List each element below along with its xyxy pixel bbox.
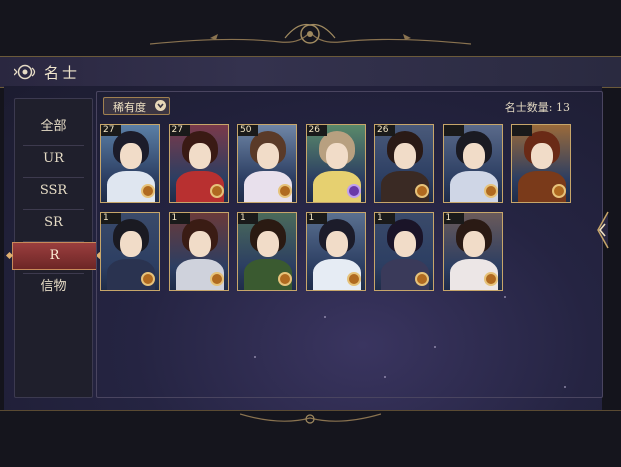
level-badge: 1 xyxy=(306,213,327,224)
back-icon[interactable] xyxy=(14,63,38,81)
portrait-face xyxy=(394,143,416,169)
orange-gem-icon xyxy=(415,184,429,198)
hero-card[interactable]: 1 xyxy=(100,212,160,291)
level-badge: 1 xyxy=(169,213,190,224)
orange-gem-icon xyxy=(141,272,155,286)
expand-arrow-icon[interactable] xyxy=(594,210,610,250)
hero-count: 名士数量: 13 xyxy=(504,101,570,114)
sidebar-item-tokens[interactable]: 信物 xyxy=(15,274,92,300)
sidebar-item-ssr[interactable]: SSR xyxy=(15,178,92,204)
page-title: 名士 xyxy=(44,64,81,82)
hero-card[interactable]: 27 xyxy=(100,124,160,203)
chevron-down-icon xyxy=(155,100,166,111)
sidebar-item-r[interactable]: R xyxy=(12,242,97,270)
orange-gem-icon xyxy=(209,272,224,286)
portrait-face xyxy=(257,143,279,169)
hero-card[interactable]: 50 xyxy=(237,124,297,203)
hero-card[interactable] xyxy=(442,124,503,203)
portrait-face xyxy=(188,231,211,257)
orange-gem-icon xyxy=(209,184,224,198)
orange-gem-icon xyxy=(483,184,498,198)
hero-card[interactable]: 26 xyxy=(305,124,366,203)
hero-card[interactable]: 1 xyxy=(168,212,229,291)
portrait-face xyxy=(462,143,485,169)
orange-gem-icon xyxy=(141,184,155,198)
level-badge: 1 xyxy=(101,213,121,224)
portrait-face xyxy=(120,231,142,257)
level-badge xyxy=(443,125,464,136)
bottom-ornament xyxy=(240,413,381,424)
portrait-face xyxy=(325,143,348,169)
level-badge: 27 xyxy=(169,125,190,136)
level-badge: 1 xyxy=(375,213,395,224)
level-badge: 27 xyxy=(101,125,121,136)
orange-gem-icon xyxy=(552,184,566,198)
level-badge xyxy=(512,125,532,136)
portrait-face xyxy=(188,143,211,169)
sidebar-item-ur[interactable]: UR xyxy=(15,146,92,172)
sidebar-item-all[interactable]: 全部 xyxy=(15,114,92,140)
sidebar-item-sr[interactable]: SR xyxy=(15,210,92,236)
orange-gem-icon xyxy=(278,184,292,198)
hero-card[interactable] xyxy=(511,124,571,203)
orange-gem-icon xyxy=(483,272,498,286)
hero-card[interactable]: 1 xyxy=(305,212,366,291)
top-ornament xyxy=(150,23,471,45)
portrait-face xyxy=(462,231,485,257)
title-bar: 名士 xyxy=(0,56,621,88)
hero-card[interactable]: 1 xyxy=(374,212,434,291)
level-badge: 1 xyxy=(238,213,258,224)
portrait-face xyxy=(394,231,416,257)
hero-card[interactable]: 26 xyxy=(374,124,434,203)
level-badge: 26 xyxy=(375,125,395,136)
level-badge: 26 xyxy=(306,125,327,136)
category-sidebar: 全部 UR SSR SR R 信物 xyxy=(12,98,97,398)
hero-card[interactable]: 1 xyxy=(237,212,297,291)
rarity-filter-dropdown[interactable]: 稀有度 xyxy=(103,97,170,115)
hero-card[interactable]: 27 xyxy=(168,124,229,203)
rarity-filter-label: 稀有度 xyxy=(113,101,146,114)
orange-gem-icon xyxy=(278,272,292,286)
portrait-face xyxy=(120,143,142,169)
orange-gem-icon xyxy=(415,272,429,286)
level-badge: 1 xyxy=(443,213,464,224)
level-badge: 50 xyxy=(238,125,258,136)
portrait-face xyxy=(531,143,553,169)
purple-gem-icon xyxy=(346,184,361,198)
orange-gem-icon xyxy=(346,272,361,286)
portrait-face xyxy=(257,231,279,257)
hero-card[interactable]: 1 xyxy=(442,212,503,291)
portrait-face xyxy=(325,231,348,257)
